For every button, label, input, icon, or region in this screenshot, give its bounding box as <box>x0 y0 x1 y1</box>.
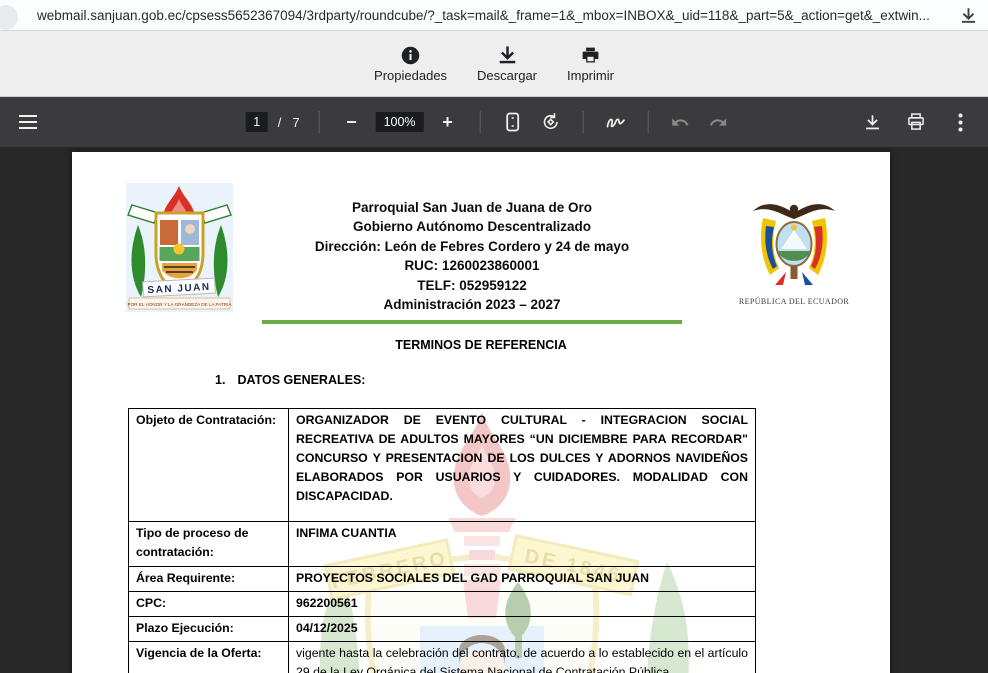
printer-icon <box>580 45 601 66</box>
row-value: INFIMA CUANTIA <box>289 522 756 567</box>
kebab-menu-icon[interactable] <box>946 108 974 136</box>
undo-icon[interactable] <box>667 108 695 136</box>
download-icon[interactable] <box>959 6 978 25</box>
printer-icon[interactable] <box>902 108 930 136</box>
section-heading: 1. DATOS GENERALES: <box>215 373 365 387</box>
pdf-toolbar: 1 / 7 − 100% + <box>0 97 988 147</box>
row-value: PROYECTOS SOCIALES DEL GAD PARROQUIAL SA… <box>289 567 756 592</box>
datos-generales-table: Objeto de Contratación: ORGANIZADOR DE E… <box>128 408 756 673</box>
toolbar-divider <box>480 111 481 133</box>
row-label: Vigencia de la Oferta: <box>129 642 289 673</box>
section-title: DATOS GENERALES: <box>237 373 365 387</box>
header-line: Parroquial San Juan de Juana de Oro <box>262 198 682 217</box>
table-row: CPC: 962200561 <box>129 592 756 617</box>
url-text[interactable]: webmail.sanjuan.gob.ec/cpsess5652367094/… <box>37 8 930 23</box>
annotate-icon[interactable] <box>602 108 630 136</box>
toolbar-divider <box>319 111 320 133</box>
download-icon[interactable] <box>858 108 886 136</box>
header-line: TELF: 052959122 <box>262 276 682 295</box>
page-number-input[interactable]: 1 <box>246 112 268 132</box>
ecuador-caption: REPÚBLICA DEL ECUADOR <box>732 297 856 306</box>
menu-icon[interactable] <box>14 108 42 136</box>
san-juan-motto-text: POR EL HONOR Y LA GRANDEZA DE LA PATRIA <box>128 302 233 307</box>
header-accent-rule <box>262 320 682 324</box>
imprimir-label: Imprimir <box>567 68 614 83</box>
header-line: Dirección: León de Febres Cordero y 24 d… <box>262 237 682 256</box>
header-line: Gobierno Autónomo Descentralizado <box>262 217 682 236</box>
san-juan-coat-of-arms: SAN JUAN POR EL HONOR Y LA GRANDEZA DE L… <box>126 183 233 312</box>
properties-button[interactable]: Propiedades <box>370 43 451 85</box>
table-row: Objeto de Contratación: ORGANIZADOR DE E… <box>129 409 756 522</box>
zoom-out-button[interactable]: − <box>338 108 366 136</box>
header-line: Administración 2023 – 2027 <box>262 295 682 314</box>
row-value: ORGANIZADOR DE EVENTO CULTURAL - INTEGRA… <box>289 409 756 522</box>
document-header: Parroquial San Juan de Juana de Oro Gobi… <box>262 198 682 314</box>
row-label: Tipo de proceso de contratación: <box>129 522 289 567</box>
descargar-label: Descargar <box>477 68 537 83</box>
toolbar-divider <box>648 111 649 133</box>
properties-label: Propiedades <box>374 68 447 83</box>
pdf-page: SAN JUAN POR EL HONOR Y LA GRANDEZA DE L… <box>72 152 890 673</box>
browser-address-bar: webmail.sanjuan.gob.ec/cpsess5652367094/… <box>0 0 988 31</box>
row-value: vigente hasta la celebración del contrat… <box>289 642 756 673</box>
zoom-level-input[interactable]: 100% <box>376 112 424 132</box>
ecuador-coat-of-arms: REPÚBLICA DEL ECUADOR <box>732 196 856 306</box>
page-separator: / <box>278 115 283 130</box>
page-total: 7 <box>292 115 300 130</box>
row-label: Plazo Ejecución: <box>129 617 289 642</box>
row-value: 04/12/2025 <box>289 617 756 642</box>
redo-icon[interactable] <box>705 108 733 136</box>
row-label: Área Requirente: <box>129 567 289 592</box>
rotate-icon[interactable] <box>537 108 565 136</box>
document-title: TERMINOS DE REFERENCIA <box>72 338 890 352</box>
header-line: RUC: 1260023860001 <box>262 256 682 275</box>
toolbar-divider <box>583 111 584 133</box>
fit-page-icon[interactable] <box>499 108 527 136</box>
info-icon <box>400 45 421 66</box>
descargar-button[interactable]: Descargar <box>473 43 541 85</box>
pdf-viewport[interactable]: SAN JUAN POR EL HONOR Y LA GRANDEZA DE L… <box>0 147 988 673</box>
imprimir-button[interactable]: Imprimir <box>563 43 618 85</box>
table-row: Vigencia de la Oferta: vigente hasta la … <box>129 642 756 673</box>
mail-attachment-toolbar: Propiedades Descargar Imprimir <box>0 31 988 97</box>
site-info-icon[interactable] <box>0 5 18 30</box>
section-number: 1. <box>215 373 225 387</box>
row-value: 962200561 <box>289 592 756 617</box>
row-label: Objeto de Contratación: <box>129 409 289 522</box>
zoom-in-button[interactable]: + <box>434 108 462 136</box>
table-row: Tipo de proceso de contratación: INFIMA … <box>129 522 756 567</box>
row-label: CPC: <box>129 592 289 617</box>
table-row: Plazo Ejecución: 04/12/2025 <box>129 617 756 642</box>
table-row: Área Requirente: PROYECTOS SOCIALES DEL … <box>129 567 756 592</box>
download-icon <box>497 45 518 66</box>
